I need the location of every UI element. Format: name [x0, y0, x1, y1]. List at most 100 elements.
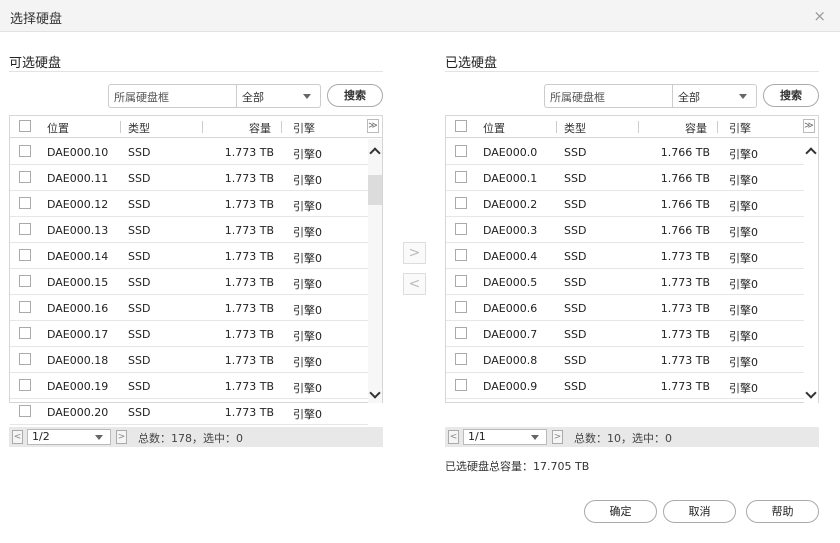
table-row[interactable]: DAE000.2 SSD 1.766 TB 引擎0	[446, 191, 804, 217]
add-selected-button[interactable]: >	[403, 242, 426, 264]
table-row[interactable]: DAE000.13 SSD 1.773 TB 引擎0	[10, 217, 368, 243]
table-row[interactable]: DAE000.0 SSD 1.766 TB 引擎0	[446, 139, 804, 165]
row-checkbox[interactable]	[455, 327, 467, 339]
vertical-scrollbar[interactable]	[804, 139, 818, 403]
column-header-capacity[interactable]: 容量	[685, 120, 707, 136]
cell-position: DAE000.12	[47, 198, 109, 211]
table-row[interactable]: DAE000.5 SSD 1.773 TB 引擎0	[446, 269, 804, 295]
remove-selected-button[interactable]: <	[403, 273, 426, 295]
row-checkbox[interactable]	[455, 223, 467, 235]
cell-type: SSD	[128, 328, 151, 341]
column-header-engine[interactable]: 引擎	[729, 120, 751, 136]
table-row[interactable]: DAE000.14 SSD 1.773 TB 引擎0	[10, 243, 368, 269]
chevron-down-icon[interactable]	[369, 387, 381, 399]
row-checkbox[interactable]	[19, 379, 31, 391]
row-checkbox[interactable]	[455, 353, 467, 365]
close-icon[interactable]: ×	[813, 7, 826, 25]
cell-capacity: 1.773 TB	[224, 224, 274, 237]
column-menu-icon[interactable]: ≫	[803, 119, 815, 133]
search-button[interactable]: 搜索	[327, 84, 383, 107]
row-checkbox[interactable]	[455, 379, 467, 391]
column-header-position[interactable]: 位置	[483, 120, 505, 136]
row-checkbox[interactable]	[455, 249, 467, 261]
cancel-button[interactable]: 取消	[663, 500, 736, 523]
row-checkbox[interactable]	[19, 275, 31, 287]
table-row[interactable]: DAE000.4 SSD 1.773 TB 引擎0	[446, 243, 804, 269]
column-header-position[interactable]: 位置	[47, 120, 69, 136]
table-row[interactable]: DAE000.3 SSD 1.766 TB 引擎0	[446, 217, 804, 243]
column-header-engine[interactable]: 引擎	[293, 120, 315, 136]
table-row[interactable]: DAE000.6 SSD 1.773 TB 引擎0	[446, 295, 804, 321]
chevron-down-icon[interactable]	[805, 387, 817, 399]
cell-capacity: 1.773 TB	[660, 302, 710, 315]
page-value: 1/1	[468, 430, 486, 443]
column-separator	[638, 121, 639, 133]
row-checkbox[interactable]	[455, 301, 467, 313]
cell-position: DAE000.1	[483, 172, 538, 185]
row-checkbox[interactable]	[455, 197, 467, 209]
table-row[interactable]: DAE000.9 SSD 1.773 TB 引擎0	[446, 373, 804, 399]
cell-engine: 引擎0	[729, 226, 758, 239]
row-checkbox[interactable]	[19, 353, 31, 365]
table-row[interactable]: DAE000.15 SSD 1.773 TB 引擎0	[10, 269, 368, 295]
cell-capacity: 1.773 TB	[224, 380, 274, 393]
prev-page-button[interactable]: <	[12, 430, 23, 444]
select-all-checkbox[interactable]	[455, 120, 467, 132]
vertical-scrollbar[interactable]	[368, 139, 382, 403]
row-checkbox[interactable]	[19, 223, 31, 235]
table-row[interactable]: DAE000.19 SSD 1.773 TB 引擎0	[10, 373, 368, 399]
cell-type: SSD	[128, 302, 151, 315]
table-row[interactable]: DAE000.12 SSD 1.773 TB 引擎0	[10, 191, 368, 217]
column-header-type[interactable]: 类型	[564, 120, 586, 136]
table-row[interactable]: DAE000.17 SSD 1.773 TB 引擎0	[10, 321, 368, 347]
page-select[interactable]: 1/1	[463, 429, 547, 445]
row-checkbox[interactable]	[19, 145, 31, 157]
enclosure-filter-input[interactable]: 所属硬盘框	[544, 84, 672, 108]
table-row[interactable]: DAE000.16 SSD 1.773 TB 引擎0	[10, 295, 368, 321]
cell-type: SSD	[128, 380, 151, 393]
row-checkbox[interactable]	[19, 249, 31, 261]
next-page-button[interactable]: >	[116, 430, 127, 444]
column-header-type[interactable]: 类型	[128, 120, 150, 136]
table-row[interactable]: DAE000.1 SSD 1.766 TB 引擎0	[446, 165, 804, 191]
cell-type: SSD	[564, 250, 587, 263]
enclosure-filter-input[interactable]: 所属硬盘框	[108, 84, 236, 108]
row-checkbox[interactable]	[455, 145, 467, 157]
cell-type: SSD	[128, 224, 151, 237]
table-pager: < 1/2 > 总数：178，选中：0	[9, 427, 383, 447]
cell-type: SSD	[564, 354, 587, 367]
select-all-checkbox[interactable]	[19, 120, 31, 132]
help-button[interactable]: 帮助	[746, 500, 819, 523]
next-page-button[interactable]: >	[552, 430, 563, 444]
cell-engine: 引擎0	[729, 148, 758, 161]
chevron-up-icon[interactable]	[369, 145, 381, 159]
table-row[interactable]: DAE000.18 SSD 1.773 TB 引擎0	[10, 347, 368, 373]
row-checkbox[interactable]	[19, 197, 31, 209]
chevron-up-icon[interactable]	[805, 145, 817, 159]
row-checkbox[interactable]	[19, 301, 31, 313]
row-checkbox[interactable]	[19, 327, 31, 339]
filter-select-value: 全部	[678, 91, 700, 104]
selected-disks-title: 已选硬盘	[445, 52, 819, 72]
column-menu-icon[interactable]: ≫	[367, 119, 379, 133]
cell-capacity: 1.773 TB	[224, 276, 274, 289]
row-checkbox[interactable]	[19, 405, 31, 417]
filter-select[interactable]: 全部	[236, 84, 321, 108]
table-row[interactable]: DAE000.10 SSD 1.773 TB 引擎0	[10, 139, 368, 165]
column-separator	[717, 121, 718, 133]
scrollbar-thumb[interactable]	[368, 175, 382, 205]
ok-button[interactable]: 确定	[584, 500, 657, 523]
prev-page-button[interactable]: <	[448, 430, 459, 444]
search-button[interactable]: 搜索	[763, 84, 819, 107]
table-row[interactable]: DAE000.11 SSD 1.773 TB 引擎0	[10, 165, 368, 191]
table-row[interactable]: DAE000.8 SSD 1.773 TB 引擎0	[446, 347, 804, 373]
cell-type: SSD	[128, 406, 151, 419]
table-row[interactable]: DAE000.7 SSD 1.773 TB 引擎0	[446, 321, 804, 347]
row-checkbox[interactable]	[19, 171, 31, 183]
row-checkbox[interactable]	[455, 275, 467, 287]
row-checkbox[interactable]	[455, 171, 467, 183]
page-select[interactable]: 1/2	[27, 429, 111, 445]
table-row[interactable]: DAE000.20 SSD 1.773 TB 引擎0	[10, 399, 368, 425]
filter-select[interactable]: 全部	[672, 84, 757, 108]
column-header-capacity[interactable]: 容量	[249, 120, 271, 136]
